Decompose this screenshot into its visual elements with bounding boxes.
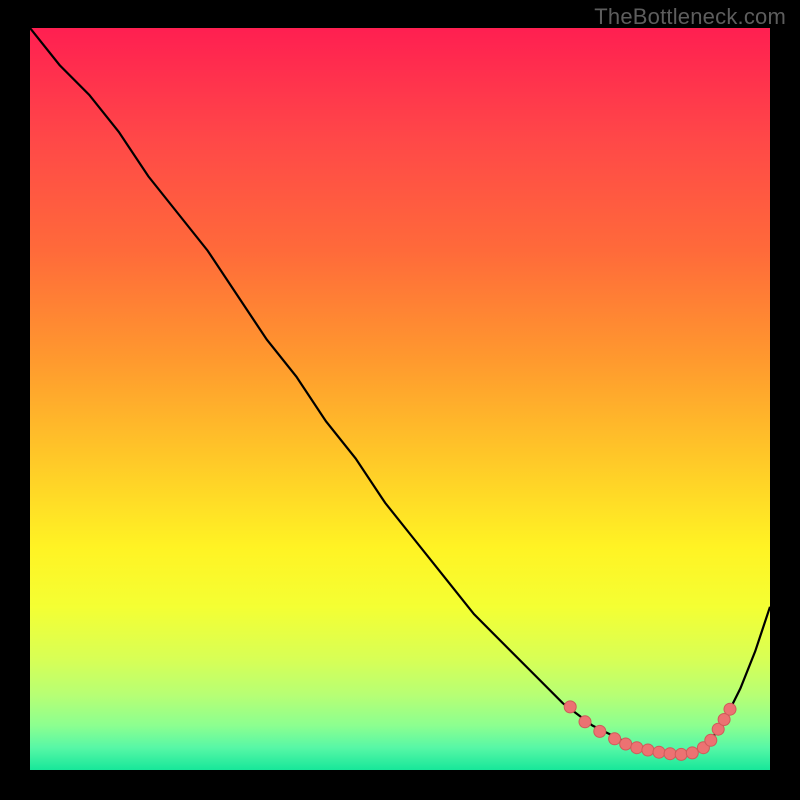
gradient-background (30, 28, 770, 770)
marker-point (620, 738, 632, 750)
marker-point (705, 734, 717, 746)
plot-area (30, 28, 770, 770)
marker-point (724, 703, 736, 715)
marker-point (664, 748, 676, 760)
marker-point (579, 716, 591, 728)
marker-point (675, 748, 687, 760)
marker-point (594, 725, 606, 737)
marker-point (631, 742, 643, 754)
chart-stage: TheBottleneck.com (0, 0, 800, 800)
chart-svg (30, 28, 770, 770)
marker-point (653, 746, 665, 758)
marker-point (564, 701, 576, 713)
marker-point (642, 744, 654, 756)
marker-point (609, 733, 621, 745)
marker-point (686, 747, 698, 759)
watermark-text: TheBottleneck.com (594, 4, 786, 30)
